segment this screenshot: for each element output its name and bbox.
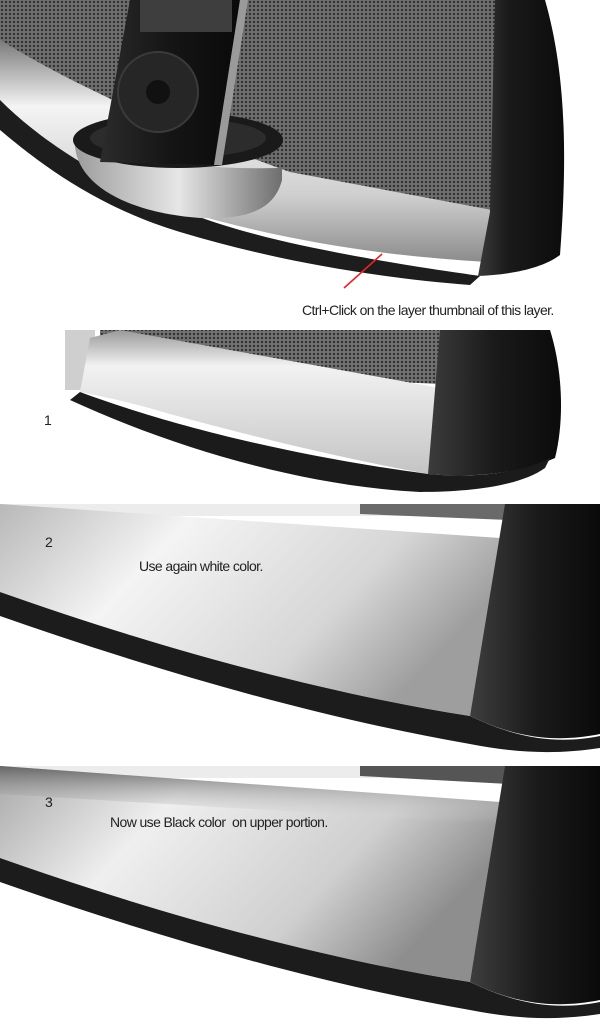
step-caption: Use again white color. <box>139 558 263 574</box>
step-3-panel: 3 Now use Black color on upper portion. <box>0 766 600 1031</box>
step-number: 2 <box>45 534 53 550</box>
step-1-illustration <box>65 330 562 492</box>
overview-panel: Ctrl+Click on the layer thumbnail of thi… <box>0 0 600 330</box>
annotation-label: Ctrl+Click on the layer thumbnail of thi… <box>302 302 554 318</box>
step-number: 1 <box>44 412 52 428</box>
step-2-illustration <box>0 504 600 762</box>
step-3-illustration <box>0 766 600 1031</box>
step-caption: Now use Black color on upper portion. <box>110 814 328 830</box>
ipod-screen <box>140 0 232 32</box>
speaker-dock-illustration <box>0 0 565 289</box>
step-number: 3 <box>45 794 53 810</box>
step-2-panel: 2 Use again white color. <box>0 504 600 762</box>
step-1-panel: 1 <box>0 328 600 500</box>
speaker-body <box>428 330 562 476</box>
